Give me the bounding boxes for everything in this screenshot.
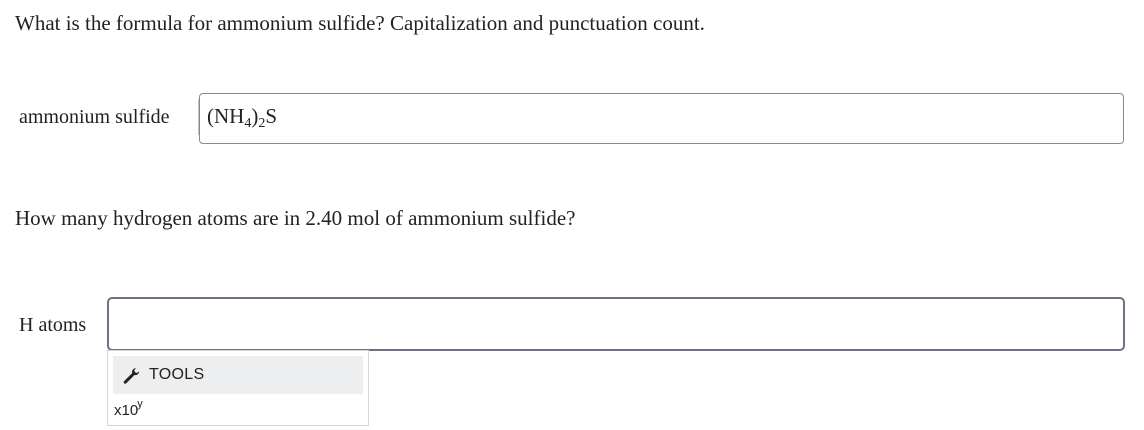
tools-label: TOOLS <box>149 366 205 383</box>
tools-button[interactable]: TOOLS <box>113 356 363 394</box>
formula-subscript-2: 2 <box>258 116 266 131</box>
tools-panel: TOOLS x10y <box>107 350 369 426</box>
formula-open: (NH <box>207 104 245 128</box>
formula-answer-field[interactable]: (NH4)2S <box>199 93 1124 144</box>
h-atoms-input[interactable] <box>107 297 1125 351</box>
x10-base: x10 <box>114 402 139 419</box>
h-atoms-label: H atoms <box>19 314 87 336</box>
x10-exponent: y <box>137 398 143 410</box>
question-hydrogen-atoms-prompt: How many hydrogen atoms are in 2.40 mol … <box>15 206 576 230</box>
scientific-notation-button[interactable]: x10y <box>114 395 144 421</box>
formula-subscript-4: 4 <box>244 116 252 131</box>
formula-tail: S <box>265 104 278 128</box>
question-formula-prompt: What is the formula for ammonium sulfide… <box>15 11 705 35</box>
formula-display: (NH4)2S <box>207 103 278 131</box>
wrench-icon <box>123 366 141 384</box>
ammonium-sulfide-label: ammonium sulfide <box>19 106 170 128</box>
